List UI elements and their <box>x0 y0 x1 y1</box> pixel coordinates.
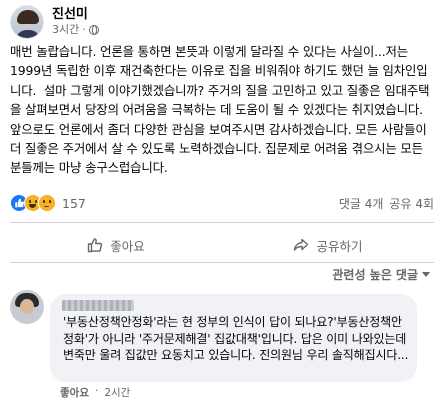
divider-bottom <box>10 262 434 263</box>
comment-text: '부동산정책안정화'라는 현 정부의 인식이 답이 되나요?'부동산정책안정화'… <box>63 315 410 363</box>
comment-sort-dropdown[interactable]: 관련성 높은 댓글 <box>332 266 430 283</box>
globe-icon <box>88 25 99 35</box>
comment-time[interactable]: 2시간 <box>104 385 130 400</box>
comment-actions: 좋아요 · 2시간 <box>60 385 130 400</box>
share-icon <box>293 237 309 253</box>
engagement-stats: 댓글 4개 공유 4회 <box>339 195 434 212</box>
share-button[interactable]: 공유하기 <box>222 230 434 260</box>
post-body: 매번 놀랍습니다. 언론을 통하면 본뜻과 이렇게 달라질 수 있다는 사실이.… <box>10 44 431 176</box>
author-avatar[interactable] <box>10 5 44 39</box>
reactions-row: 157 댓글 4개 공유 4회 <box>10 193 434 213</box>
author-name[interactable]: 진선미 <box>52 7 99 23</box>
commenter-name-redacted[interactable] <box>62 300 134 311</box>
comment-actions-separator: · <box>94 385 99 397</box>
meta-separator: · <box>82 23 86 36</box>
share-count[interactable]: 공유 4회 <box>389 195 434 212</box>
sad-reaction-icon <box>38 194 56 212</box>
comment-like-link[interactable]: 좋아요 <box>60 385 89 400</box>
like-button-label: 좋아요 <box>110 238 145 254</box>
action-bar: 좋아요 공유하기 <box>10 230 434 260</box>
post-header: 진선미 3시간 · <box>10 4 99 40</box>
like-button[interactable]: 좋아요 <box>10 230 222 260</box>
post-time[interactable]: 3시간 <box>52 23 79 37</box>
caret-down-icon <box>422 272 430 277</box>
comment-sort-label: 관련성 높은 댓글 <box>332 268 418 282</box>
commenter-avatar[interactable] <box>10 290 44 324</box>
post-meta: 3시간 · <box>52 23 99 37</box>
divider-top <box>10 222 434 223</box>
comment-count[interactable]: 댓글 4개 <box>339 195 384 212</box>
reaction-icons[interactable] <box>10 194 56 212</box>
thumbs-up-icon <box>87 237 103 253</box>
share-button-label: 공유하기 <box>316 238 363 254</box>
reaction-count[interactable]: 157 <box>62 196 86 211</box>
comment-bubble: '부동산정책안정화'라는 현 정부의 인식이 답이 되나요?'부동산정책안정화'… <box>50 294 417 382</box>
